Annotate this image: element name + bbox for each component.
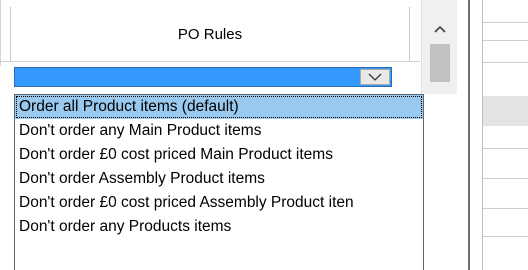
column-header-po-rules[interactable]: PO Rules [10,7,410,61]
panel-row-line [483,22,528,23]
application-window: PO Rules Order all Product items (defaul… [0,0,528,270]
vertical-scrollbar[interactable] [421,0,457,94]
grid-border [0,0,1,66]
po-rules-combo[interactable] [14,67,392,87]
panel-row-block [483,96,528,126]
dropdown-option-no-assembly[interactable]: Don't order Assembly Product items [15,167,423,191]
panel-row-line [483,236,528,237]
panel-separator [468,0,470,270]
panel-row-line [483,178,528,179]
scroll-up-button[interactable] [422,14,457,44]
chevron-up-icon [433,25,446,33]
dropdown-option-no-zero-cost-assembly[interactable]: Don't order £0 cost priced Assembly Prod… [15,191,423,215]
panel-row-line [483,208,528,209]
chevron-down-icon [368,73,382,81]
combo-dropdown-button[interactable] [360,69,390,85]
scrollbar-thumb[interactable] [430,44,450,82]
panel-row-line [483,40,528,41]
dropdown-option-no-main-product[interactable]: Don't order any Main Product items [15,119,423,143]
po-rules-dropdown-list[interactable]: Order all Product items (default) Don't … [14,94,424,270]
dropdown-option-no-products[interactable]: Don't order any Products items [15,215,423,239]
dropdown-option-no-zero-cost-main[interactable]: Don't order £0 cost priced Main Product … [15,143,423,167]
dropdown-option-order-all[interactable]: Order all Product items (default) [15,95,423,119]
column-header-label: PO Rules [177,25,243,43]
header-divider [0,61,420,62]
panel-row-line [483,148,528,149]
panel-row-line [483,62,528,63]
